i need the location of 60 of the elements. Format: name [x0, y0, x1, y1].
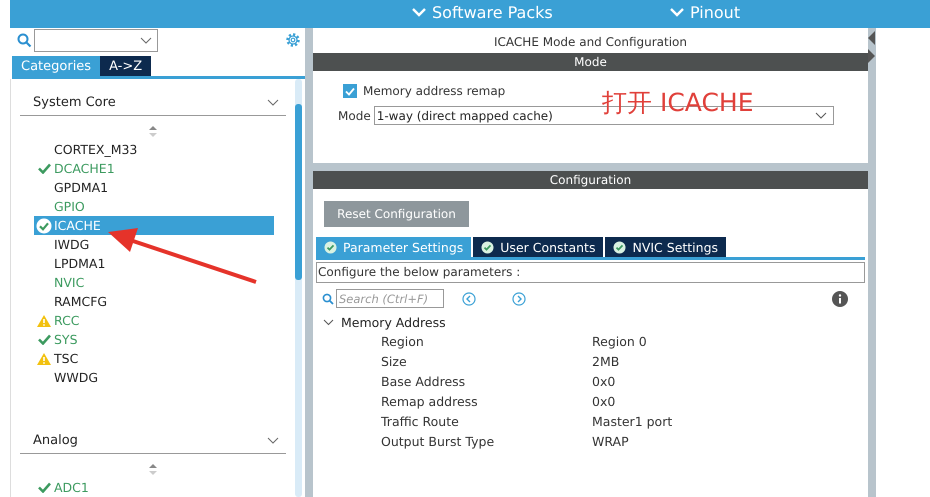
info-icon[interactable]: [832, 290, 848, 306]
sort-icon[interactable]: [149, 464, 157, 475]
parameter-value: Region 0: [592, 334, 647, 348]
search-combo[interactable]: [34, 28, 158, 52]
collapse-icon[interactable]: [868, 31, 875, 65]
peripheral-item[interactable]: SYS: [34, 330, 274, 349]
peripheral-item[interactable]: WWDG: [34, 368, 274, 387]
chevron-icon: [140, 36, 152, 44]
peripheral-item[interactable]: CORTEX_M33: [34, 140, 274, 159]
peripheral-item[interactable]: ADC1: [34, 478, 274, 497]
peripheral-item[interactable]: NVIC: [34, 273, 274, 292]
parameter-name: Remap address: [381, 394, 479, 408]
parameter-name: Traffic Route: [381, 414, 460, 428]
search-icon: [322, 292, 334, 304]
peripheral-item[interactable]: RCC: [34, 311, 274, 330]
scrollbar[interactable]: [295, 79, 302, 497]
tree-node[interactable]: Memory Address: [323, 313, 446, 331]
checkbox-label: Memory address remap: [363, 84, 506, 98]
sidebar-tab[interactable]: A->Z: [100, 56, 152, 76]
parameter-value: 0x0: [592, 394, 616, 408]
config-tab[interactable]: NVIC Settings: [605, 237, 726, 257]
section-header: Mode: [313, 53, 868, 71]
chevron-icon[interactable]: [267, 98, 279, 106]
chevron-icon: [814, 112, 827, 119]
parameter-name: Output Burst Type: [381, 434, 496, 448]
config-tab[interactable]: User Constants: [473, 237, 604, 257]
parameter-value: 0x0: [592, 374, 616, 388]
chevron-icon: [412, 8, 426, 17]
mode-label: Mode: [338, 108, 371, 122]
chevron-icon[interactable]: [267, 436, 279, 444]
sort-icon[interactable]: [149, 126, 157, 137]
peripheral-item[interactable]: IWDG: [34, 235, 274, 254]
peripheral-item[interactable]: GPIO: [34, 197, 274, 216]
parameter-name: Base Address: [381, 374, 466, 388]
parameter-value: WRAP: [592, 434, 629, 448]
category-title[interactable]: System Core: [33, 94, 116, 110]
search-field[interactable]: Search (Ctrl+F): [336, 289, 444, 308]
previous-icon[interactable]: [462, 292, 476, 306]
settings-icon[interactable]: [284, 31, 302, 49]
peripheral-item[interactable]: GPDMA1: [34, 178, 274, 197]
peripheral-item[interactable]: TSC: [34, 349, 274, 368]
checkbox[interactable]: [343, 84, 357, 98]
next-icon[interactable]: [512, 292, 526, 306]
peripheral-item[interactable]: LPDMA1: [34, 254, 274, 273]
check-circle-icon: [324, 240, 337, 254]
hint-text: Configure the below parameters :: [316, 262, 865, 283]
section-header: Configuration: [313, 171, 868, 189]
peripheral-item[interactable]: DCACHE1: [34, 159, 274, 178]
check-circle-icon: [481, 240, 494, 254]
parameter-name: Region: [381, 334, 425, 348]
peripheral-item[interactable]: RAMCFG: [34, 292, 274, 311]
chevron-icon: [323, 318, 334, 326]
parameter-name: Size: [381, 354, 408, 368]
category-title[interactable]: Analog: [33, 432, 78, 448]
check-circle-icon: [613, 240, 626, 254]
parameter-value: 2MB: [592, 354, 620, 368]
chevron-icon: [670, 8, 684, 17]
parameter-value: Master1 port: [592, 414, 672, 428]
panel-title: ICACHE Mode and Configuration: [493, 34, 688, 51]
search-icon: [17, 32, 32, 48]
